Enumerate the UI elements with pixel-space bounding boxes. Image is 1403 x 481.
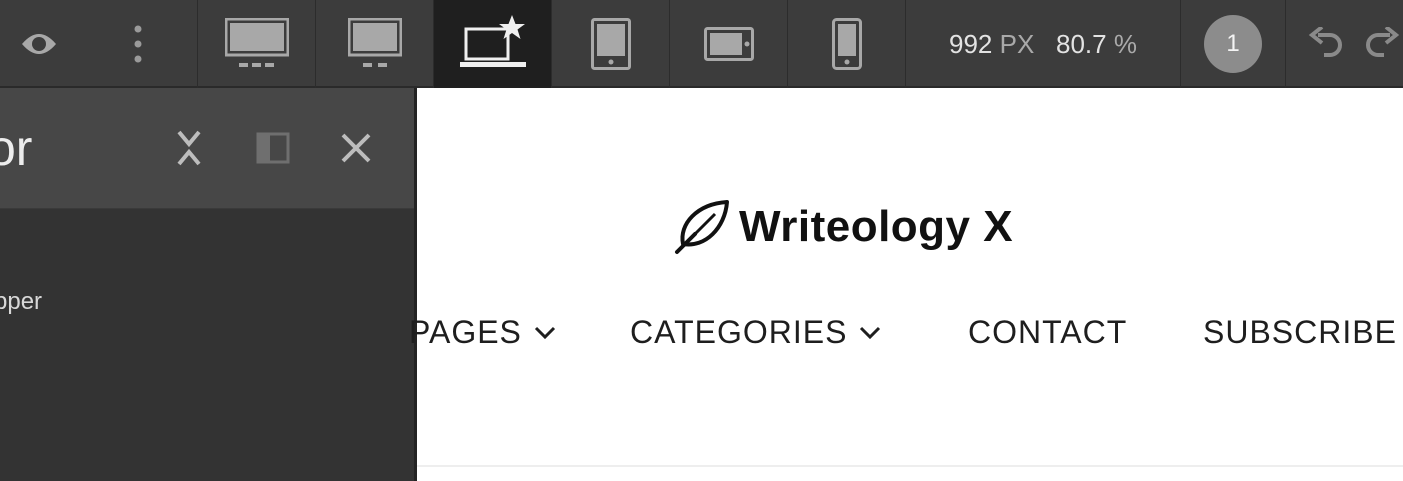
device-tablet-landscape-button[interactable] — [669, 0, 787, 88]
panel-title: or — [0, 120, 33, 176]
close-icon[interactable] — [340, 132, 372, 164]
site-logo-text: Writeology X — [739, 202, 1014, 251]
width-value: 992 — [949, 28, 993, 59]
navigator-panel: or pper — [0, 88, 417, 481]
nav-item-contact[interactable]: CONTACT — [968, 314, 1127, 351]
mobile-icon — [831, 18, 862, 70]
nav-item-categories[interactable]: CATEGORIES — [630, 314, 881, 351]
nav-item-label: SUBSCRIBE — [1203, 314, 1397, 350]
laptop-star-icon — [459, 15, 526, 67]
nav-item-pages[interactable]: PAGES — [409, 314, 556, 351]
more-vertical-icon — [134, 25, 142, 63]
panel-header: or — [0, 88, 414, 209]
redo-icon[interactable] — [1364, 27, 1400, 61]
nav-item-label: PAGES — [409, 314, 522, 350]
device-desktop-button[interactable] — [315, 0, 433, 88]
nav-item-subscribe[interactable]: SUBSCRIBE — [1203, 314, 1397, 351]
nav-item-label: CONTACT — [968, 314, 1128, 350]
tablet-landscape-icon — [703, 27, 754, 61]
preview-toggle[interactable] — [0, 0, 78, 88]
notification-badge: 1 — [1204, 15, 1262, 73]
chevron-down-icon — [860, 326, 881, 339]
header-divider — [417, 465, 1403, 467]
zoom-value: 80.7 — [1056, 28, 1107, 59]
device-tablet-portrait-button[interactable] — [551, 0, 669, 88]
site-preview-canvas: Writeology X PAGES CATEGORIES CONTACT SU… — [409, 88, 1403, 481]
history-controls — [1285, 0, 1403, 88]
feather-pen-icon — [675, 200, 729, 254]
zoom-unit: % — [1113, 28, 1137, 59]
chevron-down-icon — [534, 326, 555, 339]
tablet-portrait-icon — [590, 18, 631, 70]
more-options-button[interactable] — [100, 0, 176, 88]
dock-icon[interactable] — [256, 132, 290, 164]
desktop-wide-icon — [224, 18, 289, 67]
site-logo[interactable]: Writeology X — [671, 198, 1013, 256]
device-laptop-button[interactable] — [433, 0, 551, 88]
top-toolbar: 992 PX 80.7 % 1 — [0, 0, 1403, 88]
undo-icon[interactable] — [1308, 27, 1344, 61]
device-mobile-button[interactable] — [787, 0, 905, 88]
nav-item-label: CATEGORIES — [630, 314, 848, 350]
desktop-icon — [347, 18, 402, 67]
panel-list-item[interactable]: pper — [0, 288, 42, 316]
notifications-button[interactable]: 1 — [1180, 0, 1285, 88]
eye-icon — [22, 34, 56, 54]
canvas-size-readout: 992 PX 80.7 % — [905, 0, 1180, 88]
width-unit: PX — [999, 28, 1035, 59]
device-desktop-wide-button[interactable] — [197, 0, 315, 88]
collapse-icon[interactable] — [176, 128, 202, 168]
